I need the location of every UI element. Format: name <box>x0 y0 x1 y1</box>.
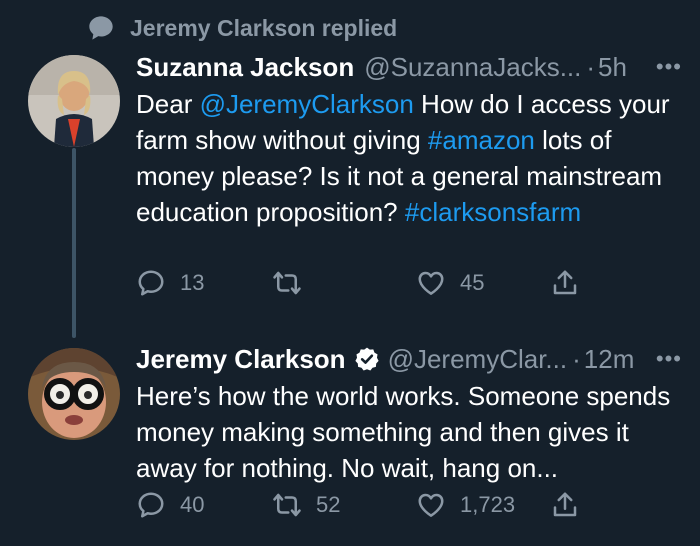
separator-dot: · <box>586 52 596 82</box>
share-button[interactable] <box>550 490 580 520</box>
avatar-suzanna-image <box>28 55 120 147</box>
heart-icon <box>418 271 444 295</box>
share-icon <box>553 492 577 517</box>
speech-bubble-icon <box>89 16 113 40</box>
reply-button[interactable]: 13 <box>136 268 204 298</box>
author-name[interactable]: Jeremy Clarkson <box>136 342 346 376</box>
author-handle[interactable]: @JeremyClar... <box>388 342 568 376</box>
like-count: 1,723 <box>460 492 516 517</box>
heart-icon <box>418 493 444 517</box>
tweet-header: Suzanna Jackson @SuzannaJacks... · 5h ••… <box>136 50 681 84</box>
tweet-actions: 13 45 <box>136 268 596 302</box>
mention-link[interactable]: @JeremyClarkson <box>200 89 414 119</box>
retweet-count: 52 <box>316 492 341 517</box>
reply-count: 13 <box>180 270 205 295</box>
avatar[interactable] <box>28 55 120 147</box>
tweet-text-part: Dear <box>136 89 200 119</box>
retweet-button[interactable] <box>272 268 316 298</box>
retweet-button[interactable]: 52 <box>272 490 340 520</box>
timestamp[interactable]: 12m <box>584 342 635 376</box>
tweet-text: Here’s how the world works. Someone spen… <box>136 381 671 483</box>
reply-button[interactable]: 40 <box>136 490 204 520</box>
avatar-jeremy-image <box>28 348 120 440</box>
like-count: 45 <box>460 270 485 295</box>
reply-icon <box>138 270 164 296</box>
tweet-text: Dear @JeremyClarkson How do I access you… <box>136 86 696 230</box>
separator-dot: · <box>572 344 581 374</box>
verified-badge-icon <box>354 347 379 371</box>
tweet-actions: 40 52 1,723 <box>136 490 596 524</box>
timestamp[interactable]: 5h <box>598 50 627 84</box>
like-button[interactable]: 45 <box>416 268 484 298</box>
more-options-icon[interactable]: ••• <box>656 50 682 84</box>
hashtag-link[interactable]: #amazon <box>428 125 535 155</box>
hashtag-link[interactable]: #clarksonsfarm <box>405 197 581 227</box>
reply-count: 40 <box>180 492 205 517</box>
reply-context: Jeremy Clarkson replied <box>86 14 397 42</box>
like-button[interactable]: 1,723 <box>416 490 515 520</box>
share-button[interactable] <box>550 268 580 298</box>
tweet-suzanna[interactable]: Suzanna Jackson @SuzannaJacks... · 5h ••… <box>136 50 681 296</box>
tweet-header: Jeremy Clarkson @JeremyClar... · 12m ••• <box>136 342 681 376</box>
share-icon <box>553 270 577 295</box>
more-options-icon[interactable]: ••• <box>656 342 682 376</box>
avatar[interactable] <box>28 348 120 440</box>
reply-icon <box>138 492 164 518</box>
thread-connector <box>72 148 76 338</box>
retweet-icon <box>273 271 301 295</box>
retweet-icon <box>273 493 301 517</box>
reply-context-label: Jeremy Clarkson replied <box>130 14 398 41</box>
author-name[interactable]: Suzanna Jackson <box>136 50 354 84</box>
tweet-jeremy[interactable]: Jeremy Clarkson @JeremyClar... · 12m •••… <box>136 342 681 518</box>
author-handle[interactable]: @SuzannaJacks... <box>364 50 581 84</box>
